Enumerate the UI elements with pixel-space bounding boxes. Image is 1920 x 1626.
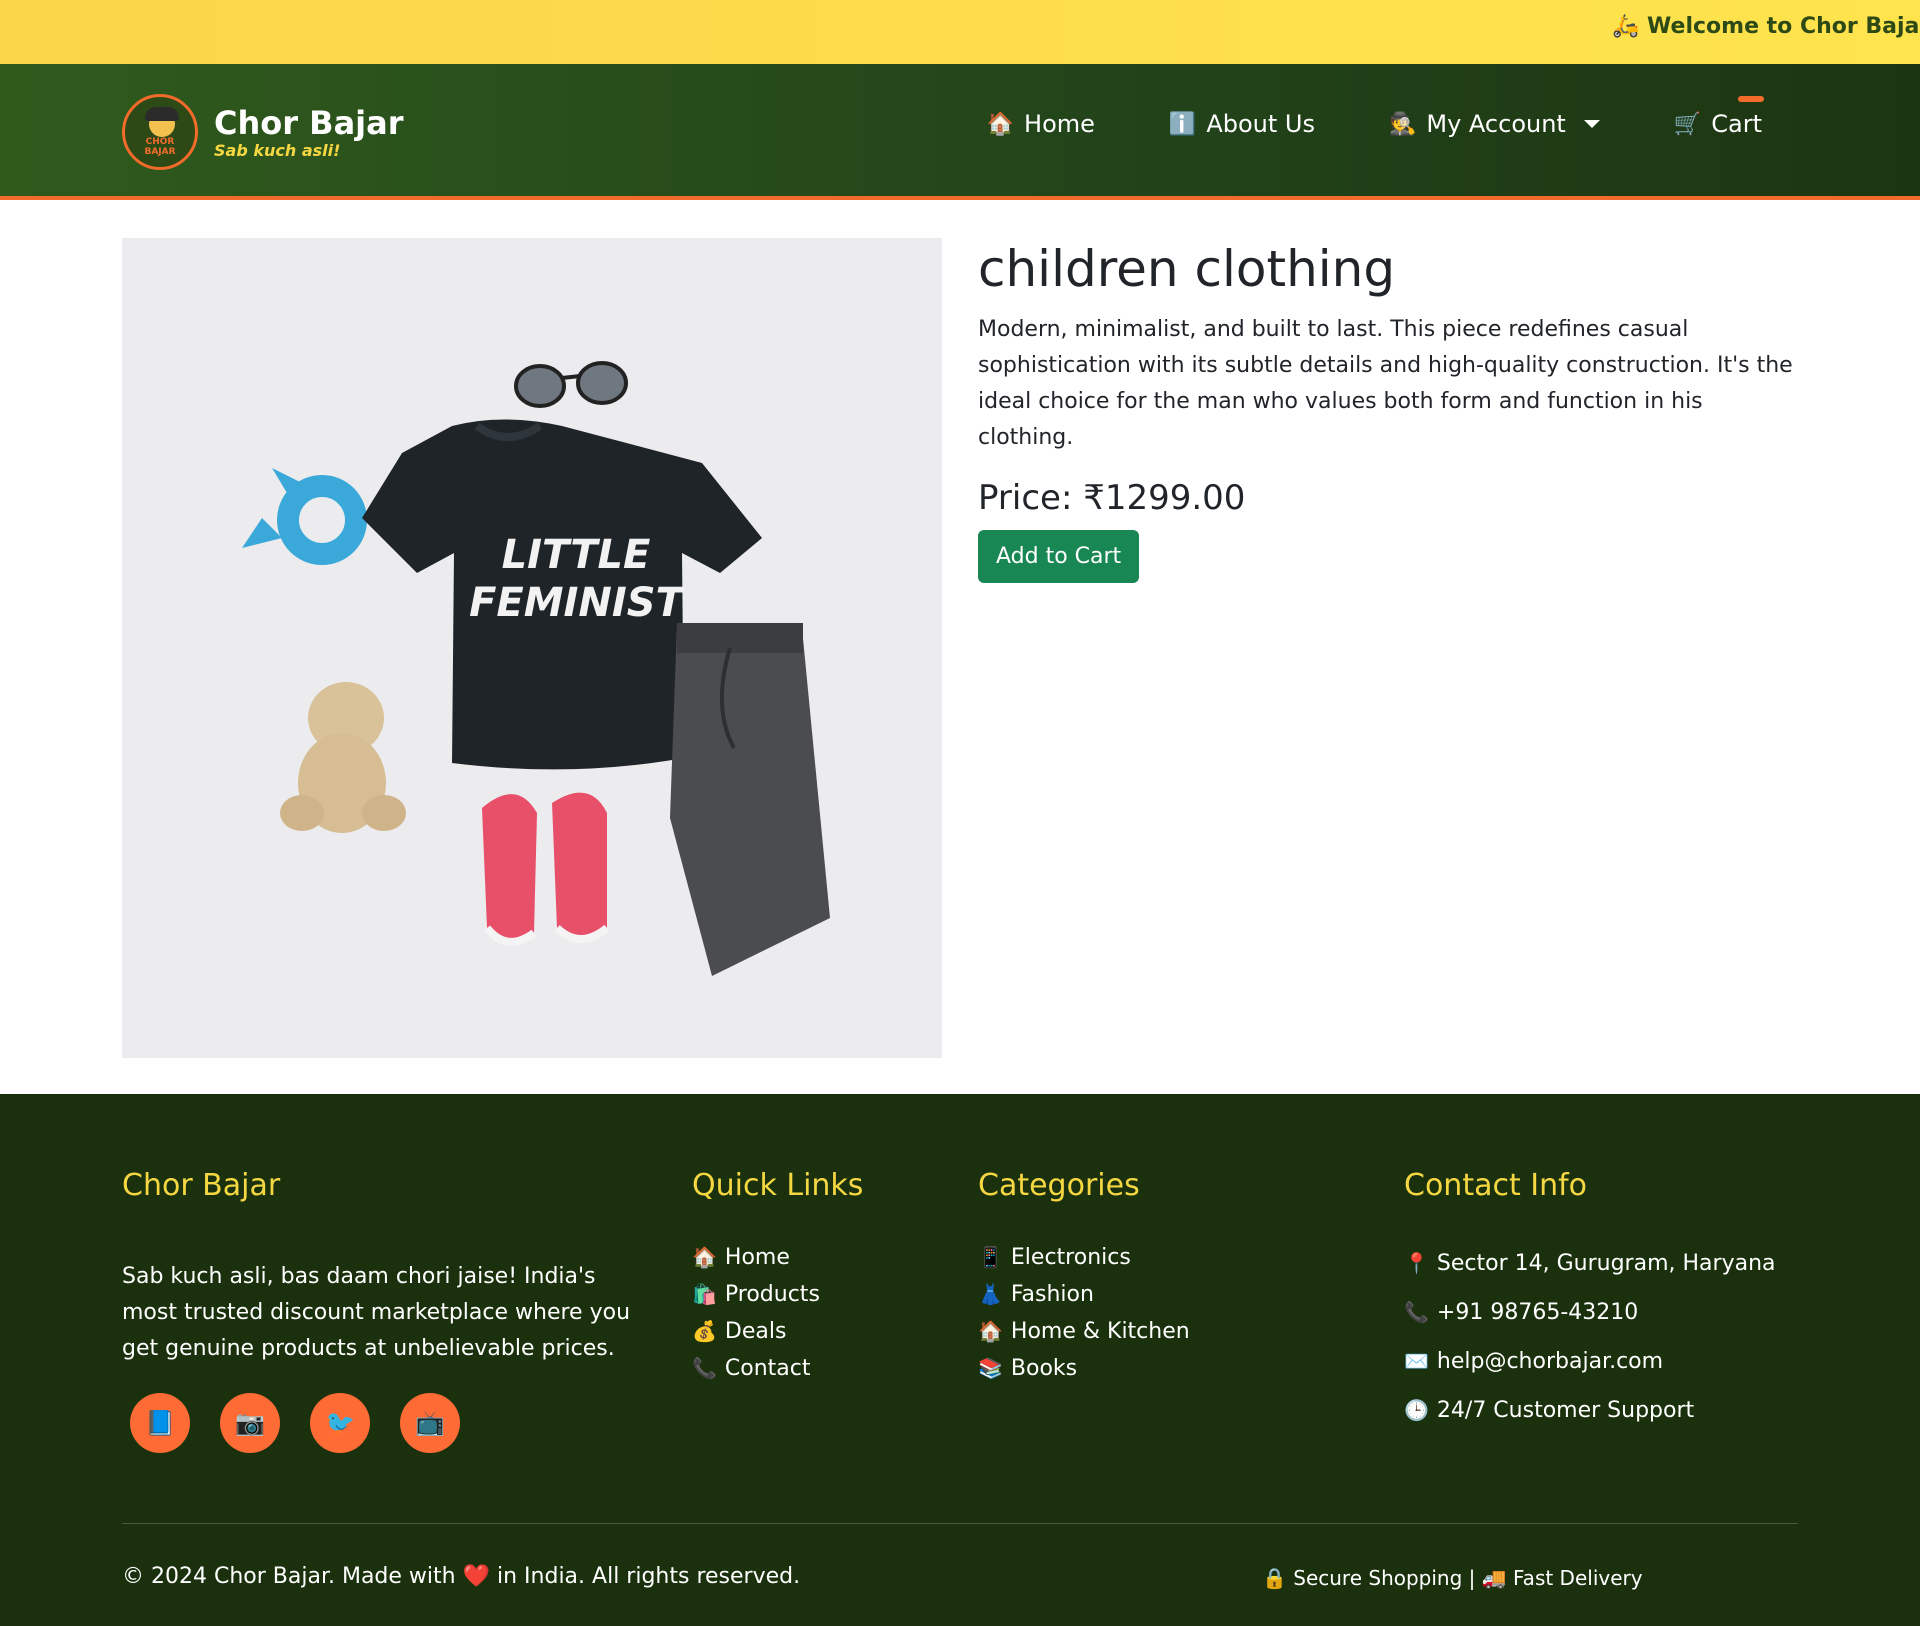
nav-item-home[interactable]: 🏠 Home xyxy=(987,110,1095,138)
product-price: Price: ₹1299.00 xyxy=(978,478,1246,518)
copyright-pre: © 2024 Chor Bajar. Made with xyxy=(122,1564,456,1589)
nav-item-label: About Us xyxy=(1206,110,1315,138)
product-image: LITTLE FEMINIST xyxy=(122,238,942,1058)
twitter-icon[interactable]: 🐦 xyxy=(310,1393,370,1453)
home-icon: 🏠 xyxy=(986,111,1015,137)
nav-menu: 🏠 Home ℹ️ About Us 🕵️ My Account 🛒 Cart xyxy=(987,96,1920,138)
contact-label: +91 98765-43210 xyxy=(1436,1300,1639,1325)
contact-label: help@chorbajar.com xyxy=(1436,1349,1664,1374)
product-page: LITTLE FEMINIST children clothing Modern… xyxy=(0,200,1920,1094)
footer-divider xyxy=(122,1523,1798,1524)
contact-label: Sector 14, Gurugram, Haryana xyxy=(1436,1251,1776,1276)
instagram-icon[interactable]: 📷 xyxy=(220,1393,280,1453)
youtube-icon[interactable]: 📺 xyxy=(400,1393,460,1453)
quick-links-heading: Quick Links xyxy=(692,1168,864,1203)
contact-support: 🕒 24/7 Customer Support xyxy=(1404,1386,1776,1435)
contact-address: 📍 Sector 14, Gurugram, Haryana xyxy=(1404,1239,1776,1288)
books-icon: 📚 xyxy=(978,1356,1003,1380)
shopping-bags-icon: 🛍️ xyxy=(692,1282,717,1306)
heart-icon: ❤️ xyxy=(462,1564,490,1589)
quick-link-deals[interactable]: 💰 Deals xyxy=(692,1313,863,1350)
footer-about-heading: Chor Bajar xyxy=(122,1168,281,1203)
brand-logo: CHOR BAJAR xyxy=(122,94,198,170)
brand[interactable]: CHOR BAJAR Chor Bajar Sab kuch asli! xyxy=(122,94,404,170)
category-home-kitchen[interactable]: 🏠 Home & Kitchen xyxy=(978,1313,1190,1350)
quick-link-home[interactable]: 🏠 Home xyxy=(692,1239,863,1276)
brand-tagline: Sab kuch asli! xyxy=(214,140,341,160)
footer: Chor Bajar Sab kuch asli, bas daam chori… xyxy=(0,1094,1920,1626)
nav-item-label: Home xyxy=(1024,110,1095,138)
logo-text-line2: BAJAR xyxy=(144,147,176,157)
categories-list: 📱 Electronics 👗 Fashion 🏠 Home & Kitchen 📚 B… xyxy=(978,1239,1190,1387)
contact-label: 24/7 Customer Support xyxy=(1436,1398,1695,1423)
footer-contact: Contact Info 📍 Sector 14, Gurugram, Harya… xyxy=(1404,1168,1776,1435)
pin-icon: 📍 xyxy=(1404,1251,1429,1275)
dress-icon: 👗 xyxy=(978,1282,1003,1306)
category-electronics[interactable]: 📱 Electronics xyxy=(978,1239,1190,1276)
link-label: Products xyxy=(724,1282,820,1307)
categories-heading: Categories xyxy=(978,1168,1140,1203)
social-links: 📘 📷 🐦 📺 xyxy=(122,1393,652,1453)
link-label: Home & Kitchen xyxy=(1010,1319,1190,1344)
logo-text-line1: CHOR xyxy=(145,137,175,147)
quick-link-contact[interactable]: 📞 Contact xyxy=(692,1350,863,1387)
cart-badge xyxy=(1738,96,1764,102)
link-label: Fashion xyxy=(1010,1282,1094,1307)
footer-categories: Categories 📱 Electronics 👗 Fashion 🏠 Home &… xyxy=(978,1168,1190,1387)
money-bag-icon: 💰 xyxy=(692,1319,717,1343)
footer-quick-links: Quick Links 🏠 Home 🛍️ Products 💰 Deals 📞 Con… xyxy=(692,1168,863,1387)
footer-about-text: Sab kuch asli, bas daam chori jaise! Ind… xyxy=(122,1264,631,1361)
copyright: © 2024 Chor Bajar. Made with ❤️ in India… xyxy=(122,1564,800,1589)
cart-icon: 🛒 xyxy=(1673,111,1702,137)
info-icon: ℹ️ xyxy=(1168,111,1197,137)
link-label: Deals xyxy=(724,1319,787,1344)
nav-item-about-us[interactable]: ℹ️ About Us xyxy=(1169,110,1315,138)
nav-item-label: Cart xyxy=(1711,110,1762,138)
trust-badges: 🔒 Secure Shopping | 🚚 Fast Delivery xyxy=(1262,1566,1643,1590)
link-label: Contact xyxy=(724,1356,811,1381)
nav-item-label: My Account xyxy=(1426,110,1566,138)
product-description: Modern, minimalist, and built to last. T… xyxy=(978,317,1793,450)
mobile-phone-icon: 📱 xyxy=(978,1245,1003,1269)
contact-heading: Contact Info xyxy=(1404,1168,1588,1203)
home-icon: 🏠 xyxy=(692,1245,717,1269)
announcement-text: 🛵 Welcome to Chor Bajar! | 🔥 xyxy=(1612,14,1920,39)
contact-list: 📍 Sector 14, Gurugram, Haryana 📞 +91 98765… xyxy=(1404,1239,1776,1435)
envelope-icon: ✉️ xyxy=(1404,1349,1429,1373)
navbar: CHOR BAJAR Chor Bajar Sab kuch asli! 🏠 H… xyxy=(0,64,1920,200)
nav-item-my-account[interactable]: 🕵️ My Account xyxy=(1389,110,1600,138)
quick-link-products[interactable]: 🛍️ Products xyxy=(692,1276,863,1313)
link-label: Electronics xyxy=(1010,1245,1131,1270)
product-title: children clothing xyxy=(978,240,1396,298)
contact-phone[interactable]: 📞 +91 98765-43210 xyxy=(1404,1288,1776,1337)
shirt-text-line2: FEMINIST xyxy=(469,580,686,626)
brand-name: Chor Bajar xyxy=(214,103,404,142)
nav-item-cart[interactable]: 🛒 Cart xyxy=(1673,96,1764,138)
category-fashion[interactable]: 👗 Fashion xyxy=(978,1276,1190,1313)
facebook-icon[interactable]: 📘 xyxy=(130,1393,190,1453)
brand-text: Chor Bajar Sab kuch asli! xyxy=(214,105,404,160)
product-details: children clothing Modern, minimalist, an… xyxy=(978,238,1798,583)
category-books[interactable]: 📚 Books xyxy=(978,1350,1190,1387)
copyright-post: in India. All rights reserved. xyxy=(497,1564,801,1589)
phone-icon: 📞 xyxy=(1404,1300,1429,1324)
logo-cap-icon xyxy=(145,107,179,121)
footer-about: Chor Bajar Sab kuch asli, bas daam chori… xyxy=(122,1168,652,1453)
detective-icon: 🕵️ xyxy=(1388,111,1417,137)
clock-icon: 🕒 xyxy=(1404,1398,1429,1422)
add-to-cart-button[interactable]: Add to Cart xyxy=(978,530,1140,583)
phone-icon: 📞 xyxy=(692,1356,717,1380)
announcement-bar: 🛵 Welcome to Chor Bajar! | 🔥 xyxy=(0,0,1920,64)
link-label: Books xyxy=(1010,1356,1078,1381)
quick-links-list: 🏠 Home 🛍️ Products 💰 Deals 📞 Contact xyxy=(692,1239,863,1387)
chevron-down-icon xyxy=(1583,120,1600,128)
product-photo-illustration: LITTLE FEMINIST xyxy=(122,238,942,1058)
contact-email[interactable]: ✉️ help@chorbajar.com xyxy=(1404,1337,1776,1386)
home-icon: 🏠 xyxy=(978,1319,1003,1343)
link-label: Home xyxy=(724,1245,790,1270)
shirt-text-line1: LITTLE xyxy=(502,532,651,578)
